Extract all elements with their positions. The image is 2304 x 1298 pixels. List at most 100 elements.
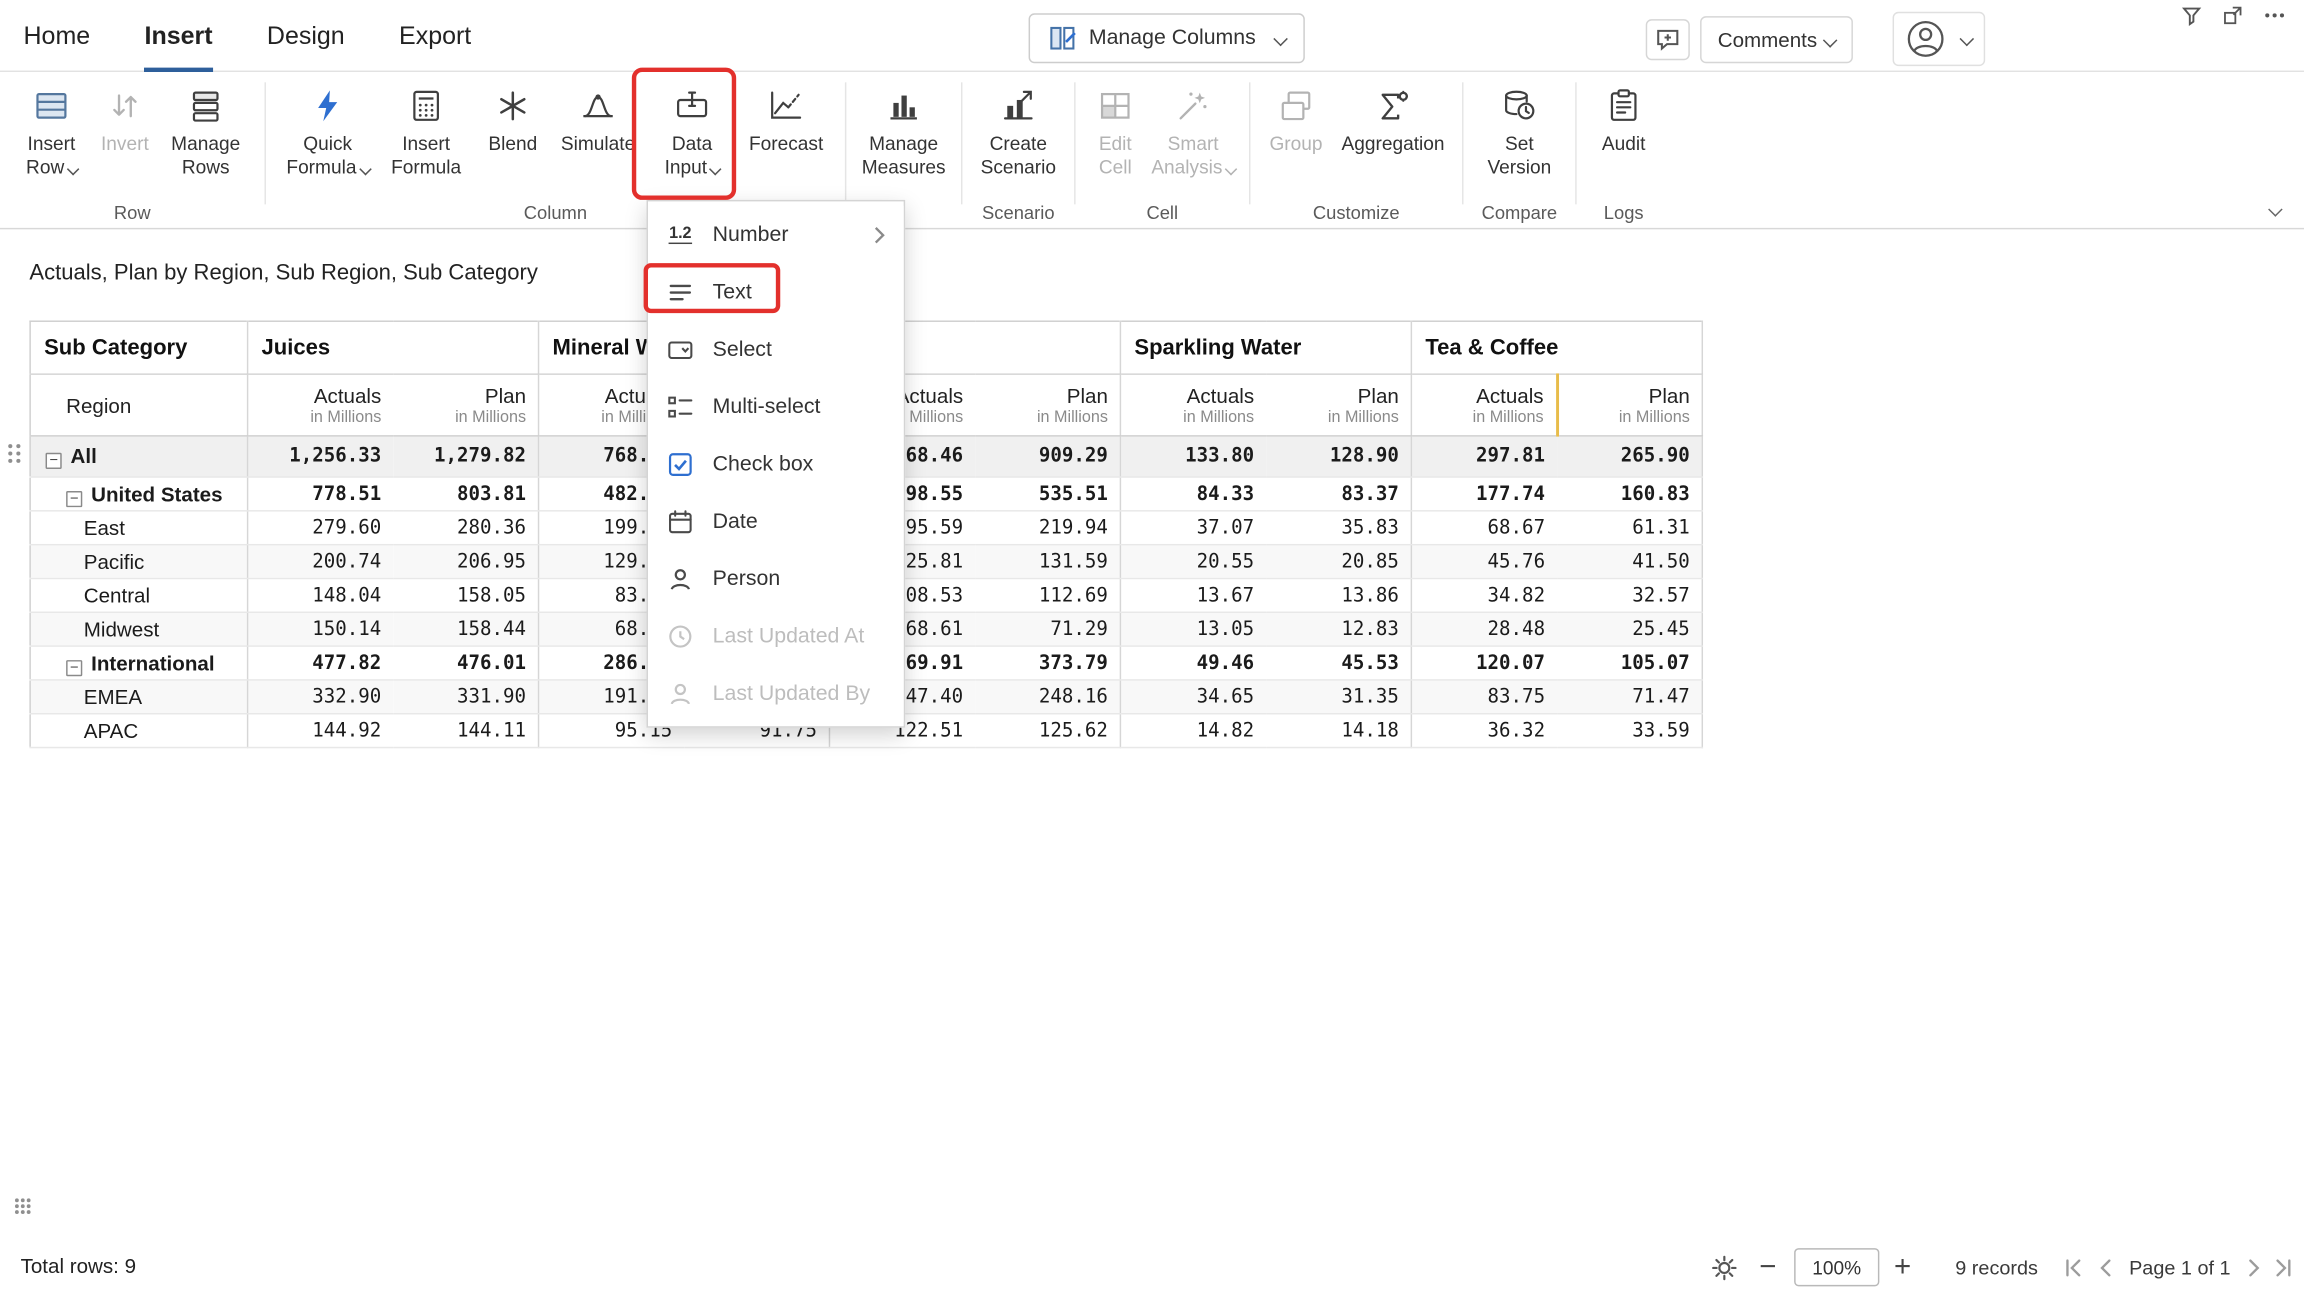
measure-header[interactable]: Planin Millions xyxy=(975,374,1120,436)
measure-header[interactable]: Planin Millions xyxy=(393,374,538,436)
tab-home[interactable]: Home xyxy=(24,0,91,72)
data-cell[interactable]: 265.90 xyxy=(1557,436,1702,477)
data-cell[interactable]: 248.16 xyxy=(975,680,1120,714)
expand-icon[interactable] xyxy=(2222,4,2244,26)
row-header[interactable]: −United States xyxy=(30,477,247,511)
data-cell[interactable]: 68.67 xyxy=(1411,511,1556,545)
data-cell[interactable]: 41.50 xyxy=(1557,545,1702,579)
data-cell[interactable]: 909.29 xyxy=(975,436,1120,477)
tab-design[interactable]: Design xyxy=(267,0,345,72)
row-header[interactable]: EMEA xyxy=(30,680,247,714)
filter-icon[interactable] xyxy=(2181,4,2203,26)
menu-item-multi-select[interactable]: Multi-select xyxy=(648,378,904,435)
settings-gear-icon[interactable] xyxy=(1711,1253,1739,1281)
collapse-icon[interactable]: − xyxy=(46,453,62,469)
menu-item-text[interactable]: Text xyxy=(648,263,904,320)
ribbon-collapse-icon[interactable] xyxy=(2268,202,2283,217)
data-cell[interactable]: 120.07 xyxy=(1411,646,1556,680)
data-cell[interactable]: 144.92 xyxy=(248,714,393,748)
data-cell[interactable]: 177.74 xyxy=(1411,477,1556,511)
data-cell[interactable]: 71.29 xyxy=(975,612,1120,646)
insert-row-button[interactable]: InsertRow xyxy=(13,82,89,182)
data-cell[interactable]: 297.81 xyxy=(1411,436,1556,477)
row-dimension-header[interactable]: Region xyxy=(30,374,247,436)
data-cell[interactable]: 31.35 xyxy=(1266,680,1411,714)
insert-formula-button[interactable]: InsertFormula xyxy=(379,82,473,182)
row-header[interactable]: −International xyxy=(30,646,247,680)
data-cell[interactable]: 61.31 xyxy=(1557,511,1702,545)
tab-insert[interactable]: Insert xyxy=(145,0,213,72)
collapse-icon[interactable]: − xyxy=(66,659,82,675)
manage-measures-button[interactable]: ManageMeasures xyxy=(857,82,951,182)
quick-formula-button[interactable]: QuickFormula xyxy=(279,82,376,182)
last-page-button[interactable] xyxy=(2273,1256,2295,1278)
data-cell[interactable]: 535.51 xyxy=(975,477,1120,511)
data-cell[interactable]: 83.75 xyxy=(1411,680,1556,714)
data-cell[interactable]: 476.01 xyxy=(393,646,538,680)
data-cell[interactable]: 144.11 xyxy=(393,714,538,748)
data-cell[interactable]: 14.82 xyxy=(1120,714,1265,748)
row-header[interactable]: Central xyxy=(30,578,247,612)
data-cell[interactable]: 125.62 xyxy=(975,714,1120,748)
next-page-button[interactable] xyxy=(2242,1256,2264,1278)
menu-item-select[interactable]: Select xyxy=(648,320,904,377)
data-cell[interactable]: 13.86 xyxy=(1266,578,1411,612)
comments-button[interactable]: Comments xyxy=(1700,16,1852,63)
data-cell[interactable]: 778.51 xyxy=(248,477,393,511)
measure-header[interactable]: Actualsin Millions xyxy=(1411,374,1556,436)
data-cell[interactable]: 12.83 xyxy=(1266,612,1411,646)
data-cell[interactable]: 803.81 xyxy=(393,477,538,511)
menu-item-number[interactable]: 1.2 Number xyxy=(648,206,904,263)
data-cell[interactable]: 219.94 xyxy=(975,511,1120,545)
manage-columns-button[interactable]: Manage Columns xyxy=(1029,13,1305,63)
menu-item-person[interactable]: Person xyxy=(648,550,904,607)
data-cell[interactable]: 33.59 xyxy=(1557,714,1702,748)
aggregation-button[interactable]: Aggregation xyxy=(1334,82,1452,158)
data-cell[interactable]: 35.83 xyxy=(1266,511,1411,545)
data-cell[interactable]: 20.85 xyxy=(1266,545,1411,579)
data-cell[interactable]: 34.82 xyxy=(1411,578,1556,612)
data-cell[interactable]: 71.47 xyxy=(1557,680,1702,714)
data-input-button[interactable]: DataInput xyxy=(647,82,738,182)
column-group-header[interactable]: Sparkling Water xyxy=(1120,321,1411,374)
data-cell[interactable]: 14.18 xyxy=(1266,714,1411,748)
data-cell[interactable]: 206.95 xyxy=(393,545,538,579)
corner-header-sub-category[interactable]: Sub Category xyxy=(30,321,247,374)
measure-header[interactable]: Planin Millions xyxy=(1557,374,1702,436)
row-header[interactable]: APAC xyxy=(30,714,247,748)
data-cell[interactable]: 332.90 xyxy=(248,680,393,714)
measure-header[interactable]: Actualsin Millions xyxy=(1120,374,1265,436)
data-cell[interactable]: 49.46 xyxy=(1120,646,1265,680)
more-options-icon[interactable] xyxy=(2263,4,2287,26)
data-cell[interactable]: 83.37 xyxy=(1266,477,1411,511)
data-cell[interactable]: 148.04 xyxy=(248,578,393,612)
data-cell[interactable]: 45.76 xyxy=(1411,545,1556,579)
data-cell[interactable]: 160.83 xyxy=(1557,477,1702,511)
data-cell[interactable]: 373.79 xyxy=(975,646,1120,680)
data-cell[interactable]: 331.90 xyxy=(393,680,538,714)
row-header[interactable]: Midwest xyxy=(30,612,247,646)
canvas-drag-handle[interactable] xyxy=(12,1195,34,1224)
data-cell[interactable]: 1,279.82 xyxy=(393,436,538,477)
row-header[interactable]: Pacific xyxy=(30,545,247,579)
data-cell[interactable]: 37.07 xyxy=(1120,511,1265,545)
zoom-in-button[interactable]: + xyxy=(1894,1253,1911,1282)
data-cell[interactable]: 45.53 xyxy=(1266,646,1411,680)
data-cell[interactable]: 32.57 xyxy=(1557,578,1702,612)
data-cell[interactable]: 84.33 xyxy=(1120,477,1265,511)
data-cell[interactable]: 477.82 xyxy=(248,646,393,680)
user-avatar-button[interactable] xyxy=(1893,12,1986,66)
collapse-icon[interactable]: − xyxy=(66,490,82,506)
data-cell[interactable]: 131.59 xyxy=(975,545,1120,579)
data-cell[interactable]: 36.32 xyxy=(1411,714,1556,748)
data-cell[interactable]: 25.45 xyxy=(1557,612,1702,646)
data-cell[interactable]: 133.80 xyxy=(1120,436,1265,477)
measure-header[interactable]: Planin Millions xyxy=(1266,374,1411,436)
data-cell[interactable]: 280.36 xyxy=(393,511,538,545)
data-cell[interactable]: 150.14 xyxy=(248,612,393,646)
data-cell[interactable]: 128.90 xyxy=(1266,436,1411,477)
data-cell[interactable]: 112.69 xyxy=(975,578,1120,612)
data-cell[interactable]: 13.05 xyxy=(1120,612,1265,646)
data-cell[interactable]: 105.07 xyxy=(1557,646,1702,680)
create-scenario-button[interactable]: CreateScenario xyxy=(973,82,1064,182)
